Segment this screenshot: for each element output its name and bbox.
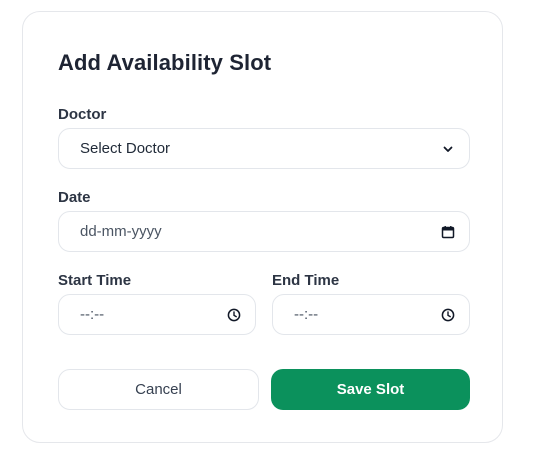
calendar-icon[interactable] (441, 225, 455, 239)
start-time-label: Start Time (58, 272, 132, 289)
doctor-select[interactable]: Select Doctor (58, 128, 470, 169)
doctor-label: Doctor (58, 106, 107, 123)
clock-icon[interactable] (441, 308, 455, 322)
start-time-input[interactable]: --:-- (58, 294, 256, 335)
end-time-label: End Time (272, 272, 340, 289)
end-time-value: --:-- (294, 306, 319, 323)
cancel-button[interactable]: Cancel (58, 369, 259, 410)
date-input-value: dd-mm-yyyy (80, 223, 162, 240)
add-slot-dialog: Add Availability Slot Doctor Select Doct… (22, 11, 503, 443)
doctor-select-value: Select Doctor (80, 140, 171, 157)
dialog-title: Add Availability Slot (58, 50, 272, 75)
chevron-down-icon (441, 142, 455, 156)
end-time-input[interactable]: --:-- (272, 294, 470, 335)
date-label: Date (58, 189, 91, 206)
date-input[interactable]: dd-mm-yyyy (58, 211, 470, 252)
save-slot-button[interactable]: Save Slot (271, 369, 470, 410)
clock-icon[interactable] (227, 308, 241, 322)
start-time-value: --:-- (80, 306, 105, 323)
